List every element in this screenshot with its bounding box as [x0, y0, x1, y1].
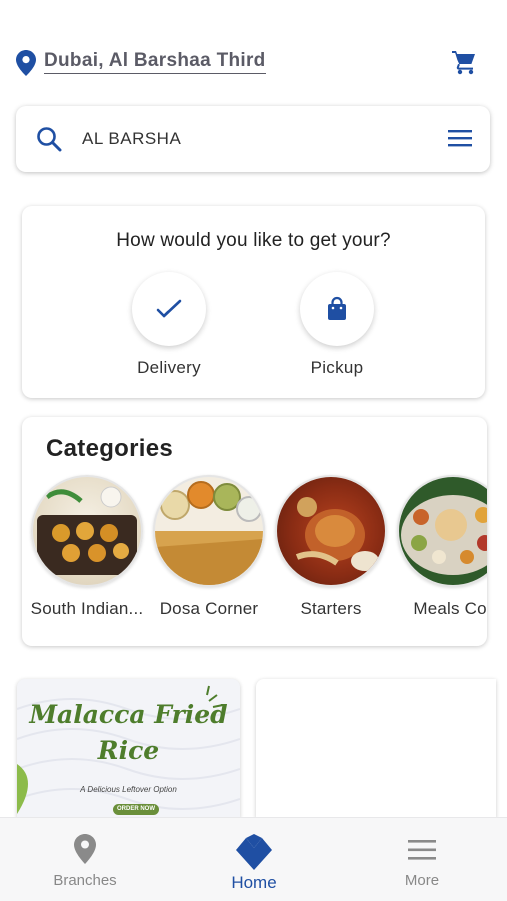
- search-bar[interactable]: [16, 106, 490, 172]
- categories-title: Categories: [46, 435, 174, 462]
- nav-home-label: Home: [231, 873, 277, 892]
- pickup-label: Pickup: [310, 358, 364, 377]
- category-image-dosa-corner[interactable]: [153, 475, 265, 587]
- category-item-starters[interactable]: Starters: [268, 475, 394, 619]
- search-input[interactable]: [82, 126, 422, 152]
- location-pin-icon: [16, 50, 36, 76]
- category-label: South Indian...: [30, 599, 144, 618]
- category-image-south-indian[interactable]: [31, 475, 143, 587]
- category-label: Starters: [300, 599, 362, 618]
- delivery-option[interactable]: Delivery: [109, 272, 229, 378]
- pickup-option[interactable]: Pickup: [277, 272, 397, 378]
- delivery-button[interactable]: [132, 272, 206, 346]
- categories-card: Categories South Indian... Dosa Corner S…: [22, 417, 487, 646]
- order-mode-card: How would you like to get your? Delivery…: [22, 206, 485, 398]
- category-image-starters[interactable]: [275, 475, 387, 587]
- location-selector[interactable]: Dubai, Al Barshaa Third: [44, 50, 266, 74]
- search-icon[interactable]: [36, 126, 62, 152]
- delivery-label: Delivery: [137, 358, 201, 377]
- shopping-bag-icon: [328, 296, 346, 320]
- pickup-button[interactable]: [300, 272, 374, 346]
- order-mode-title: How would you like to get your?: [116, 230, 391, 251]
- nav-more[interactable]: More: [362, 818, 482, 901]
- nav-branches[interactable]: Branches: [25, 818, 145, 901]
- category-item-meals-corner[interactable]: Meals Cor: [390, 475, 487, 619]
- header: Dubai, Al Barshaa Third: [0, 0, 507, 100]
- nav-more-label: More: [404, 872, 440, 889]
- map-pin-icon: [74, 834, 96, 864]
- bottom-navigation: Branches Home More: [0, 817, 507, 901]
- home-logo-icon: [236, 834, 272, 870]
- order-now-button[interactable]: ORDER NOW: [113, 804, 159, 815]
- menu-icon: [408, 840, 436, 860]
- category-label: Dosa Corner: [159, 599, 259, 618]
- nav-home[interactable]: Home: [194, 818, 314, 901]
- cart-icon[interactable]: [450, 48, 478, 76]
- promo-banner-2[interactable]: [256, 679, 496, 819]
- category-item-dosa-corner[interactable]: Dosa Corner: [146, 475, 272, 619]
- nav-branches-label: Branches: [53, 872, 117, 889]
- promo-subtitle: A Delicious Leftover Option: [80, 785, 177, 794]
- hamburger-menu-icon[interactable]: [448, 128, 472, 148]
- category-label: Meals Cor: [413, 599, 487, 618]
- category-item-south-indian[interactable]: South Indian...: [24, 475, 150, 619]
- promo-banner[interactable]: Malacca Fried Rice A Delicious Leftover …: [17, 679, 240, 819]
- checkmark-icon: [156, 299, 182, 318]
- promo-title: Malacca Fried Rice: [29, 700, 228, 765]
- category-image-meals-corner[interactable]: [397, 475, 487, 587]
